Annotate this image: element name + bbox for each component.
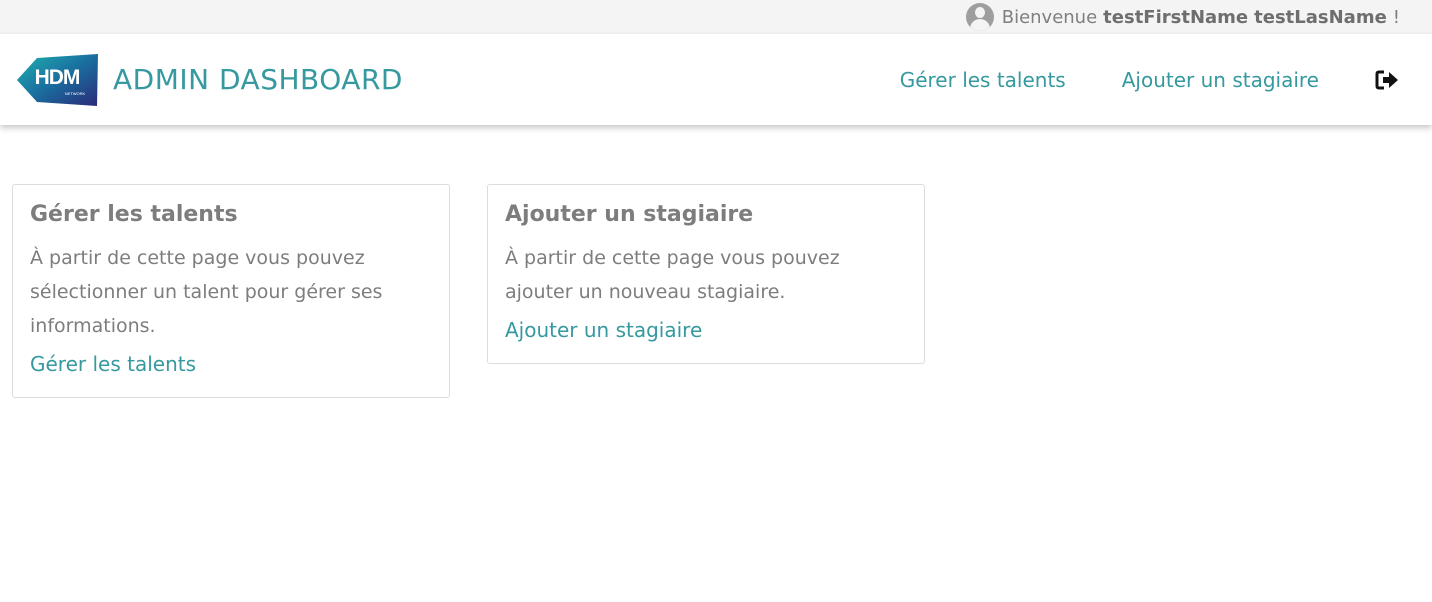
sign-out-icon[interactable] [1375, 69, 1399, 91]
card-link-manage-talents[interactable]: Gérer les talents [30, 352, 196, 376]
welcome-bar: Bienvenue testFirstName testLasName ! [0, 0, 1432, 34]
welcome-label: Bienvenue [1001, 6, 1098, 28]
card-add-intern: Ajouter un stagiaire À partir de cette p… [487, 184, 925, 364]
nav-links: Gérer les talents Ajouter un stagiaire [900, 68, 1432, 92]
card-link-add-intern[interactable]: Ajouter un stagiaire [505, 318, 702, 342]
dashboard-title: ADMIN DASHBOARD [113, 63, 403, 96]
main-navbar: HDM NETWORK ADMIN DASHBOARD Gérer les ta… [0, 34, 1432, 125]
logo-text: HDM [35, 66, 80, 89]
hdm-logo: HDM NETWORK [17, 53, 98, 106]
user-avatar-icon [965, 3, 994, 31]
card-title: Gérer les talents [30, 202, 238, 227]
card-manage-talents: Gérer les talents À partir de cette page… [12, 184, 450, 398]
card-description: À partir de cette page vous pouvez sélec… [30, 247, 383, 337]
card-description: À partir de cette page vous pouvez ajout… [505, 247, 840, 303]
logo-subtext: NETWORK [65, 91, 86, 96]
card-title: Ajouter un stagiaire [505, 202, 754, 227]
user-first-name: testFirstName [1103, 6, 1249, 28]
nav-link-add-intern[interactable]: Ajouter un stagiaire [1122, 68, 1319, 92]
welcome-exclamation: ! [1392, 6, 1400, 28]
nav-link-manage-talents[interactable]: Gérer les talents [900, 68, 1066, 92]
user-last-name: testLasName [1254, 6, 1387, 28]
